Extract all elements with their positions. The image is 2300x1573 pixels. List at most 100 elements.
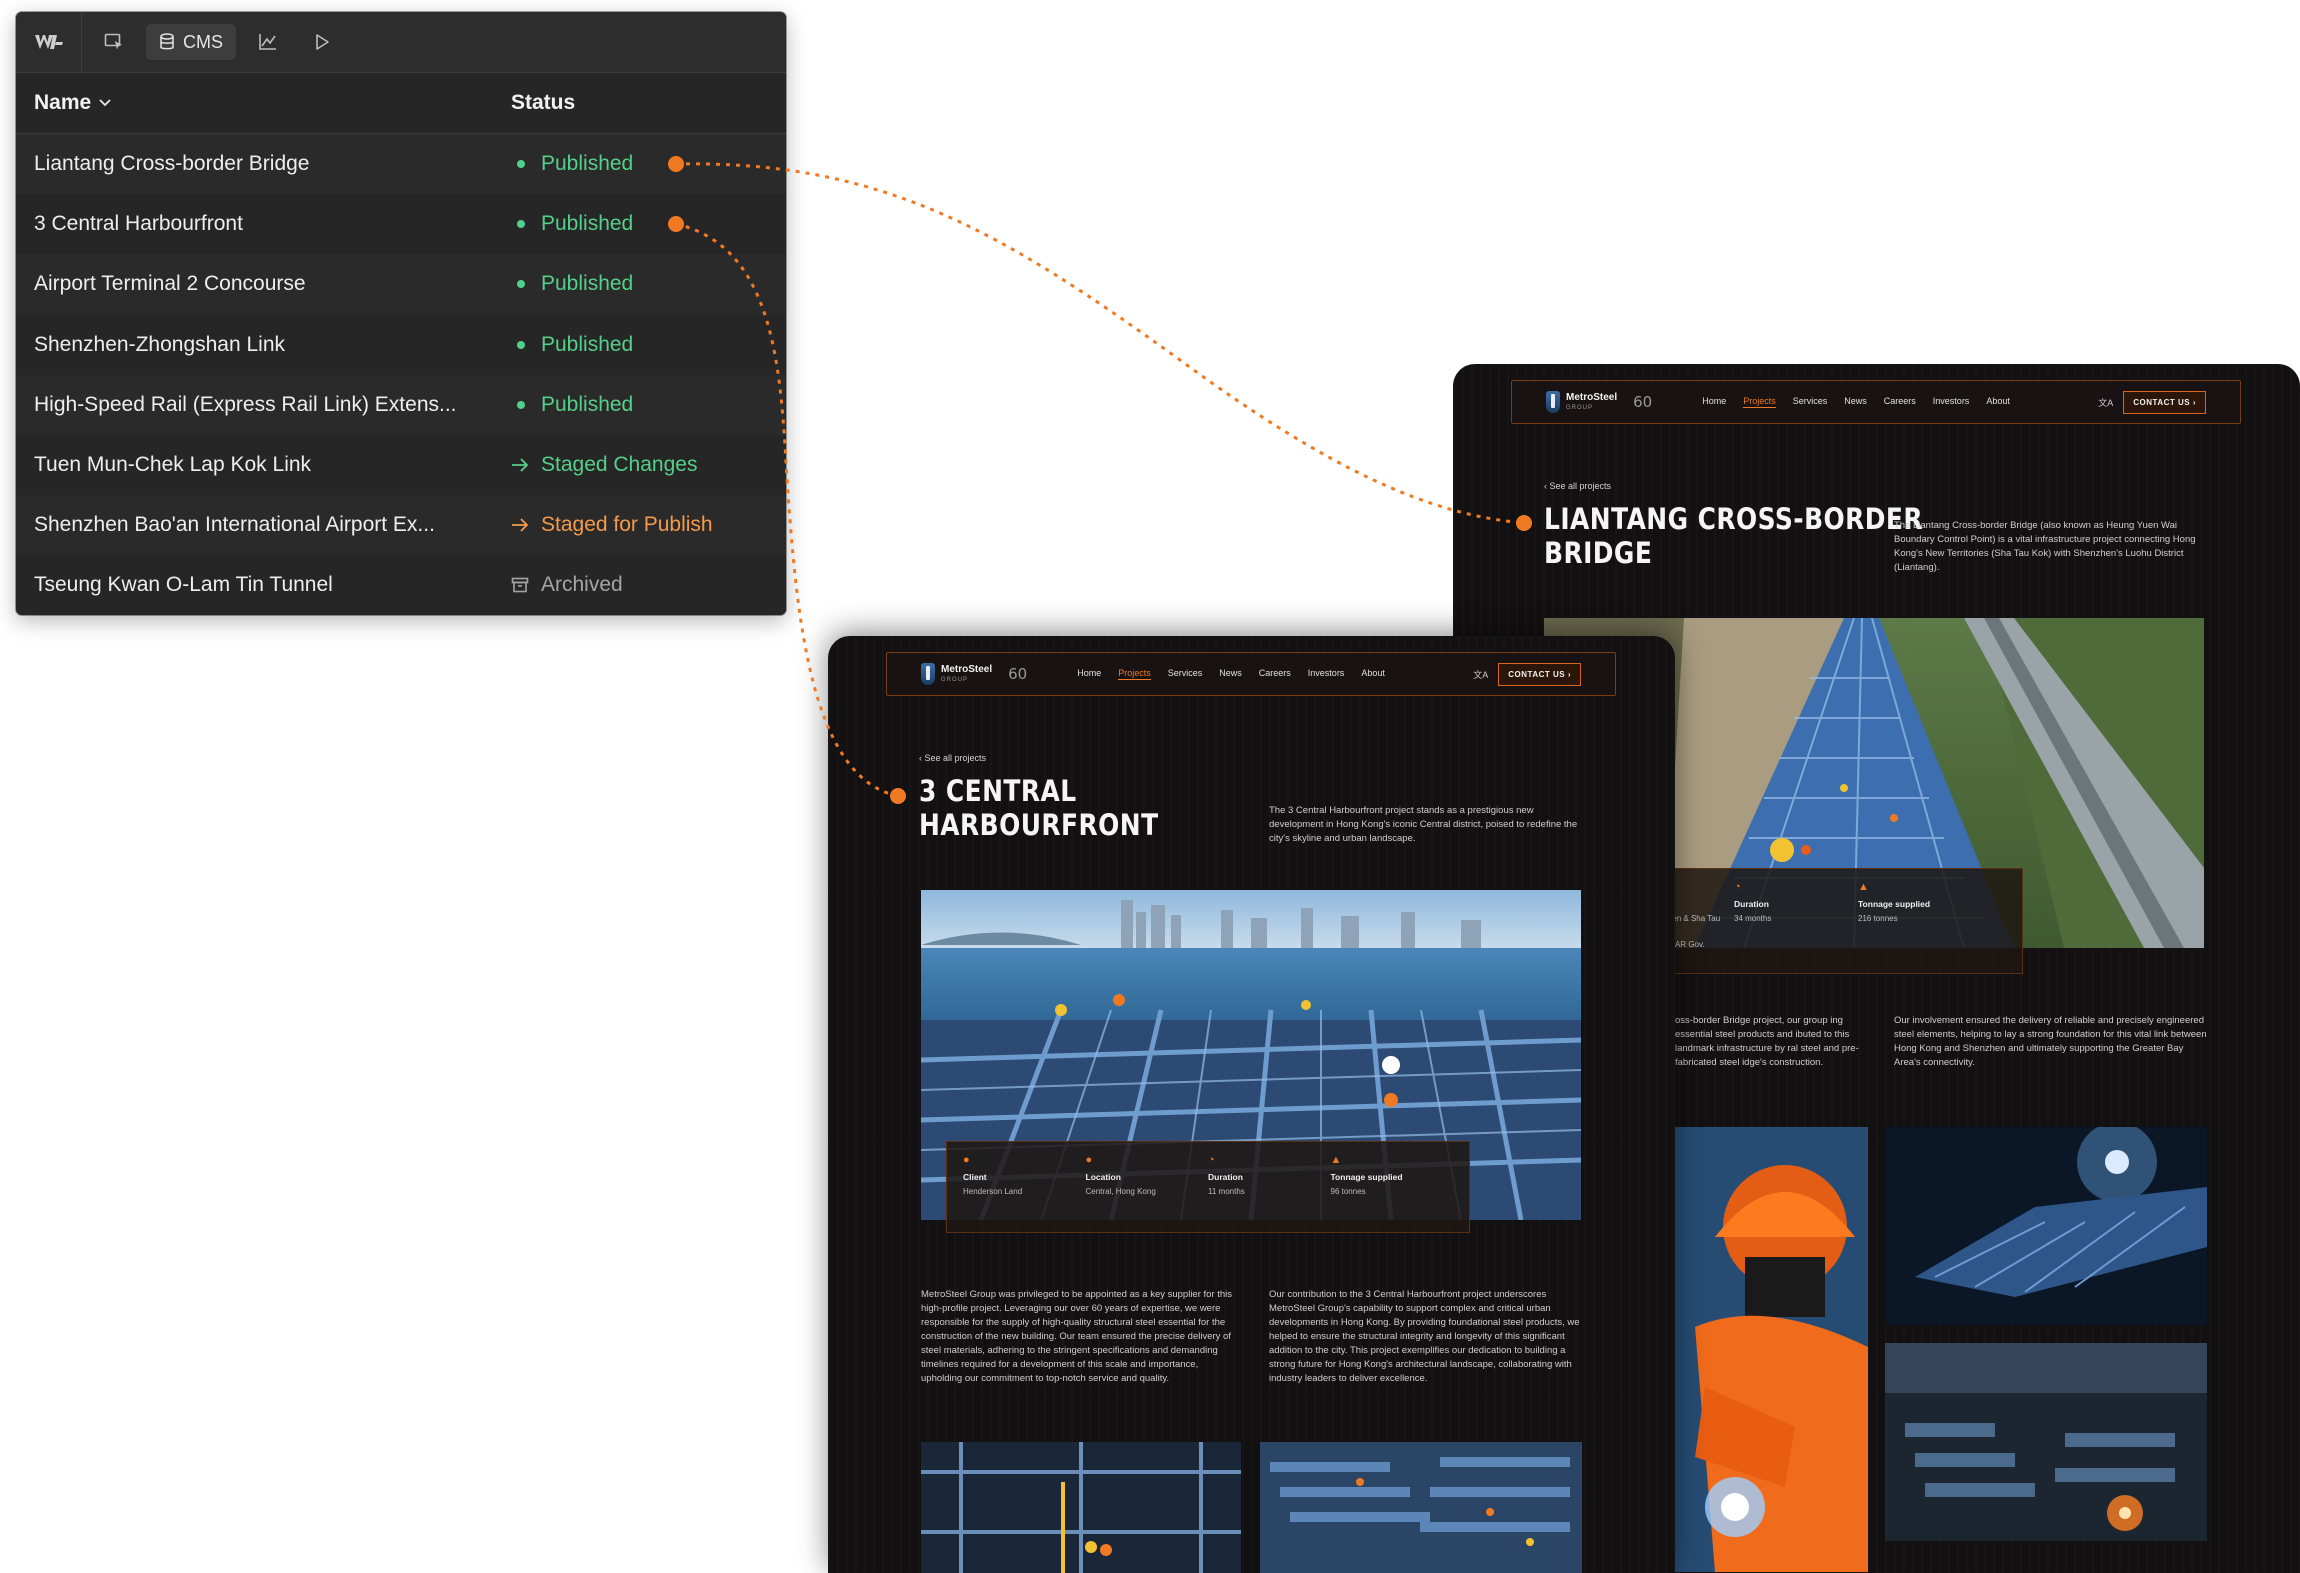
gallery-image-steel-frame [921, 1442, 1241, 1573]
gallery-image-steel-yard [1260, 1442, 1582, 1573]
table-row[interactable]: Tuen Mun-Chek Lap Kok Link Staged Changes [16, 434, 786, 496]
item-name: Tseung Kwan O-Lam Tin Tunnel [34, 573, 333, 597]
contact-us-button[interactable]: CONTACT US › [1498, 662, 1581, 686]
analytics-icon[interactable] [246, 24, 290, 60]
project-facts-panel: ● Client Henderson Land ● Location Centr… [946, 1141, 1470, 1233]
project-title-line1: LIANTANG CROSS-BORDER [1544, 502, 1924, 536]
status-dot-icon [511, 220, 541, 229]
fact-label: Duration [1208, 1172, 1243, 1182]
language-icon[interactable]: 文A [2098, 396, 2113, 409]
item-name: Airport Terminal 2 Concourse [34, 272, 306, 296]
project-title-line1: 3 CENTRAL [919, 774, 1077, 808]
table-row[interactable]: 3 Central Harbourfront Published [16, 194, 786, 255]
project-title-line2: HARBOURFRONT [919, 808, 1159, 842]
body-text-right: Our contribution to the 3 Central Harbou… [1269, 1289, 1580, 1384]
item-name: 3 Central Harbourfront [34, 212, 243, 236]
fact-value: Henderson Land [963, 1187, 1023, 1196]
body-text-left: oss-border Bridge project, our group ing… [1675, 1015, 1859, 1068]
gallery-image-night-steel [1885, 1127, 2207, 1325]
item-name: Tuen Mun-Chek Lap Kok Link [34, 453, 312, 477]
nav-about[interactable]: About [1361, 668, 1385, 680]
nav-services[interactable]: Services [1168, 668, 1203, 680]
table-row[interactable]: High-Speed Rail (Express Rail Link) Exte… [16, 374, 786, 435]
fact-location: ● Location Central, Hong Kong [1086, 1154, 1209, 1220]
central-harbourfront-project-page: MetroSteel GROUP 60 Home Projects Servic… [828, 636, 1675, 1573]
fact-value: 34 months [1734, 914, 1772, 923]
nav-home[interactable]: Home [1702, 396, 1726, 408]
nav-projects[interactable]: Projects [1743, 396, 1776, 408]
webflow-logo-icon[interactable] [16, 12, 82, 73]
fact-label: Duration [1734, 899, 1769, 909]
nav-investors[interactable]: Investors [1308, 668, 1345, 680]
database-icon [159, 33, 175, 51]
status-badge: Published [511, 333, 633, 357]
nav-projects[interactable]: Projects [1118, 668, 1151, 680]
arrow-right-icon [511, 458, 541, 472]
archive-icon [511, 577, 541, 593]
brand-name: MetroSteel [1566, 392, 1618, 403]
nav-news[interactable]: News [1844, 396, 1867, 408]
anniversary-badge: 60 [1008, 665, 1028, 683]
cms-toolbar: CMS [16, 12, 786, 73]
arrow-right-icon [511, 518, 541, 532]
cms-tab[interactable]: CMS [146, 24, 236, 60]
status-dot-icon [511, 340, 541, 349]
play-icon[interactable] [300, 24, 344, 60]
nav-careers[interactable]: Careers [1259, 668, 1291, 680]
body-text-left: MetroSteel Group was privileged to be ap… [921, 1289, 1233, 1384]
designer-icon[interactable] [92, 24, 136, 60]
metrosteel-logo-icon [921, 663, 935, 685]
anniversary-badge: 60 [1633, 393, 1653, 411]
table-row[interactable]: Liantang Cross-border Bridge Published [16, 134, 786, 195]
site-menu: Home Projects Services News Careers Inve… [1702, 396, 2010, 408]
project-title: LIANTANG CROSS-BORDER BRIDGE [1544, 502, 1923, 570]
language-icon[interactable]: 文A [1473, 668, 1488, 681]
brand-logo[interactable]: MetroSteel GROUP 60 [1546, 391, 1652, 413]
body-text-right: Our involvement ensured the delivery of … [1894, 1015, 2207, 1068]
status-dot-icon [511, 400, 541, 409]
table-row[interactable]: Tseung Kwan O-Lam Tin Tunnel Archived [16, 555, 786, 615]
fact-duration: ◔ Duration 11 months [1208, 1154, 1331, 1220]
nav-careers[interactable]: Careers [1884, 396, 1916, 408]
status-label: Published [541, 272, 634, 296]
status-label: Archived [541, 573, 623, 597]
name-column-header[interactable]: Name [34, 91, 111, 115]
clock-icon: ◔ [1208, 1154, 1215, 1166]
status-label: Published [541, 152, 634, 176]
nav-news[interactable]: News [1219, 668, 1242, 680]
nav-home[interactable]: Home [1077, 668, 1101, 680]
location-pin-icon: ● [1085, 1154, 1093, 1166]
nav-services[interactable]: Services [1793, 396, 1828, 408]
cms-item-list: Liantang Cross-border Bridge Published 3 C… [16, 134, 786, 615]
status-badge: Staged for Publish [511, 513, 713, 537]
fact-label: Tonnage supplied [1858, 899, 1931, 909]
cms-panel: CMS Name Status Liantang Cross-border Br… [16, 12, 786, 615]
gallery-image-welder [1675, 1127, 1868, 1572]
fact-value: 96 tonnes [1330, 1187, 1366, 1196]
brand-logo[interactable]: MetroSteel GROUP 60 [921, 663, 1027, 685]
site-menu: Home Projects Services News Careers Inve… [1077, 668, 1385, 680]
fact-client: ● Client Henderson Land [963, 1154, 1086, 1220]
fact-value: Central, Hong Kong [1085, 1187, 1156, 1196]
table-row[interactable]: Airport Terminal 2 Concourse Published [16, 254, 786, 315]
project-title-line2: BRIDGE [1544, 536, 1653, 570]
see-all-projects-link[interactable]: ‹ See all projects [919, 753, 986, 763]
status-label: Published [541, 332, 634, 356]
fact-label: Client [963, 1172, 987, 1182]
brand-name: MetroSteel [941, 664, 993, 675]
clock-icon: ◔ [1734, 881, 1741, 893]
chevron-down-icon [99, 99, 111, 107]
brand-sub: GROUP [941, 677, 969, 683]
project-description: The Liantang Cross-border Bridge (also k… [1894, 520, 2196, 573]
nav-about[interactable]: About [1986, 396, 2010, 408]
status-badge: Published [511, 272, 633, 296]
table-row[interactable]: Shenzhen Bao'an International Airport Ex… [16, 495, 786, 556]
contact-us-button[interactable]: CONTACT US › [2123, 390, 2206, 414]
see-all-projects-link[interactable]: ‹ See all projects [1544, 481, 1611, 491]
fact-tonnage: ▲ Tonnage supplied 96 tonnes [1331, 1154, 1454, 1220]
table-row[interactable]: Shenzhen-Zhongshan Link Published [16, 314, 786, 375]
nav-investors[interactable]: Investors [1933, 396, 1970, 408]
status-dot-icon [511, 280, 541, 289]
fact-label: Tonnage supplied [1330, 1172, 1403, 1182]
status-column-header[interactable]: Status [511, 91, 575, 115]
